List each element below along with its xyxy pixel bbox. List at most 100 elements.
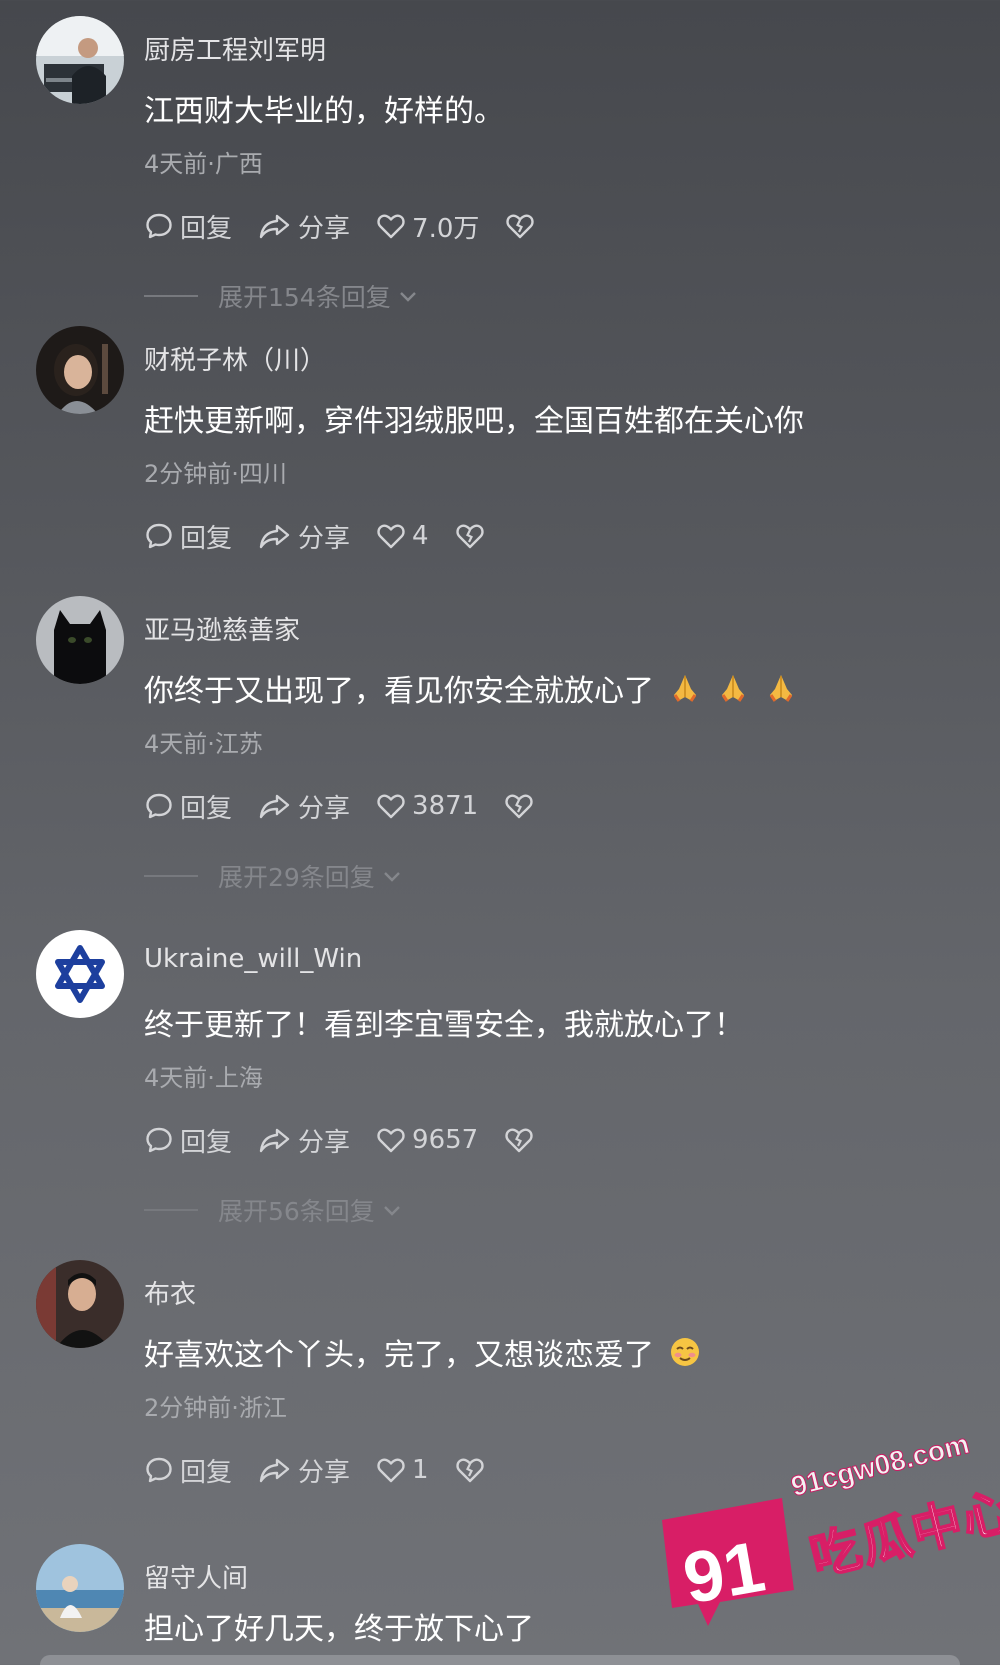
comment-username[interactable]: 厨房工程刘军明 (144, 30, 326, 67)
expand-replies-label: 展开154条回复 (218, 283, 391, 312)
comment-username[interactable]: Ukraine_will_Win (144, 944, 362, 974)
expand-replies-label: 展开29条回复 (218, 863, 375, 892)
dislike-button[interactable] (504, 1125, 540, 1155)
share-button[interactable]: 分享 (258, 1452, 350, 1489)
like-count: 9657 (412, 1125, 479, 1155)
divider-line (144, 295, 198, 297)
comment-meta: 4天前·江苏 (144, 730, 263, 758)
speech-bubble-icon (146, 1127, 172, 1153)
heart-icon (377, 1458, 405, 1483)
folded-hands-icon (673, 675, 697, 702)
like-count: 3871 (412, 791, 479, 821)
avatar[interactable] (36, 1260, 124, 1348)
comment-text: 你终于又出现了，看见你安全就放心了 (144, 666, 798, 710)
watermark-badge-text: 91 (677, 1526, 771, 1620)
comment-meta: 4天前·上海 (144, 1064, 263, 1092)
share-arrow-icon (259, 1128, 290, 1153)
divider-line (144, 875, 198, 877)
avatar[interactable] (36, 930, 124, 1018)
like-button[interactable]: 3871 (376, 791, 478, 821)
share-label: 分享 (298, 213, 351, 244)
comment-username[interactable]: 亚马逊慈善家 (144, 610, 300, 647)
reply-label: 回复 (180, 1457, 233, 1488)
avatar[interactable] (36, 1544, 124, 1632)
heart-icon (377, 1128, 405, 1153)
comment-text: 赶快更新啊，穿件羽绒服吧，全国百姓都在关心你 (144, 404, 804, 439)
expand-replies[interactable]: 展开29条回复 (144, 858, 403, 894)
speech-bubble-icon (146, 1457, 172, 1483)
chevron-down-icon (383, 872, 400, 882)
chevron-down-icon (383, 1206, 400, 1216)
expand-replies-label: 展开56条回复 (218, 1197, 375, 1226)
comment-meta: 4天前·广西 (144, 150, 263, 178)
share-button[interactable]: 分享 (258, 518, 350, 555)
like-button[interactable]: 9657 (376, 1125, 478, 1155)
dislike-button[interactable] (455, 521, 491, 551)
share-label: 分享 (298, 1127, 351, 1158)
speech-bubble-icon (146, 213, 172, 239)
avatar[interactable] (36, 16, 124, 104)
reply-button[interactable]: 回复 (144, 1452, 232, 1489)
dislike-button[interactable] (505, 211, 541, 241)
like-button[interactable]: 7.0万 (376, 208, 479, 245)
comment-username[interactable]: 财税子林（川） (144, 340, 326, 377)
broken-heart-icon (506, 214, 535, 239)
heart-icon (377, 524, 405, 549)
expand-replies[interactable]: 展开56条回复 (144, 1192, 403, 1228)
like-count: 4 (412, 521, 429, 551)
heart-icon (377, 794, 405, 819)
share-arrow-icon (259, 1458, 290, 1483)
reply-label: 回复 (180, 1127, 233, 1158)
dislike-button[interactable] (455, 1455, 491, 1485)
share-button[interactable]: 分享 (258, 788, 350, 825)
like-button[interactable]: 4 (376, 521, 429, 551)
comment-text: 担心了好几天，终于放下心了 (144, 1612, 534, 1647)
share-label: 分享 (298, 1457, 351, 1488)
comment-actions: 回复 分享 3871 (144, 788, 566, 824)
comment-text: 终于更新了！看到李宜雪安全，我就放心了！ (144, 1008, 744, 1043)
comment-username[interactable]: 布衣 (144, 1274, 196, 1311)
bottom-input-bar-edge[interactable] (40, 1655, 960, 1665)
share-arrow-icon (259, 794, 290, 819)
reply-button[interactable]: 回复 (144, 788, 232, 825)
broken-heart-icon (455, 524, 484, 549)
share-button[interactable]: 分享 (258, 1122, 350, 1159)
comment-text-body: 你终于又出现了，看见你安全就放心了 (144, 674, 654, 709)
reply-button[interactable]: 回复 (144, 208, 232, 245)
dislike-button[interactable] (504, 791, 540, 821)
comment-username[interactable]: 留守人间 (144, 1558, 248, 1595)
watermark: 91 91cgw08.com 吃瓜中心 (650, 1427, 1000, 1640)
like-count: 7.0万 (412, 213, 480, 244)
woman-portrait-photo-icon (36, 326, 124, 414)
comment-text-body: 好喜欢这个丫头，完了，又想谈恋爱了 (144, 1338, 654, 1373)
reply-button[interactable]: 回复 (144, 518, 232, 555)
reply-button[interactable]: 回复 (144, 1122, 232, 1159)
blushing-face-icon (671, 1338, 699, 1366)
comment-actions: 回复 分享 1 (144, 1452, 517, 1488)
share-arrow-icon (259, 214, 290, 239)
seaside-person-photo-icon (36, 1544, 124, 1632)
share-button[interactable]: 分享 (258, 208, 350, 245)
comment-text: 江西财大毕业的，好样的。 (144, 94, 504, 129)
comment-actions: 回复 分享 4 (144, 518, 517, 554)
folded-hands-icon (721, 675, 745, 702)
heart-icon (377, 214, 405, 239)
share-arrow-icon (259, 524, 290, 549)
black-cat-photo-icon (36, 596, 124, 684)
like-count: 1 (412, 1455, 429, 1485)
share-label: 分享 (298, 793, 351, 824)
chevron-down-icon (399, 292, 416, 302)
comment-actions: 回复 分享 7.0万 (144, 208, 567, 244)
avatar[interactable] (36, 596, 124, 684)
broken-heart-icon (455, 1458, 484, 1483)
star-of-david-flag-icon (36, 930, 124, 1018)
comment-text: 好喜欢这个丫头，完了，又想谈恋爱了 (144, 1330, 702, 1374)
folded-hands-icon (769, 675, 793, 702)
expand-replies[interactable]: 展开154条回复 (144, 278, 419, 314)
speech-bubble-icon (146, 523, 172, 549)
like-button[interactable]: 1 (376, 1455, 429, 1485)
divider-line (144, 1209, 198, 1211)
man-portrait-photo-icon (36, 1260, 124, 1348)
person-office-photo-icon (36, 16, 124, 104)
avatar[interactable] (36, 326, 124, 414)
